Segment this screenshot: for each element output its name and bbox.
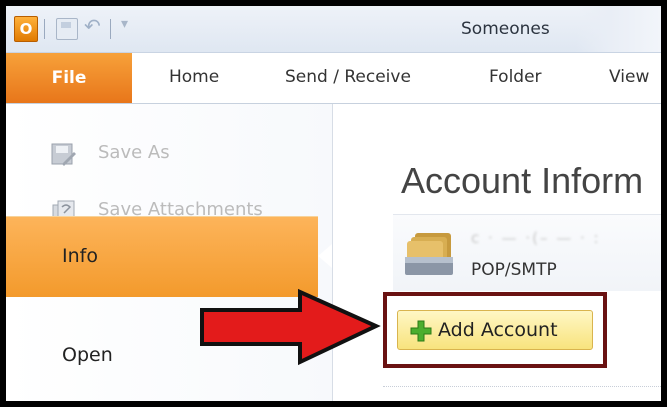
ribbon-tabs: File Home Send / Receive Folder View xyxy=(6,53,661,104)
account-selector[interactable]: c · — ·(– — · : POP/SMTP xyxy=(393,214,661,291)
tab-send-receive[interactable]: Send / Receive xyxy=(285,67,411,87)
account-name: c · — ·(– — · : xyxy=(471,229,601,247)
tab-view[interactable]: View xyxy=(609,67,649,87)
divider xyxy=(383,386,661,387)
tab-home[interactable]: Home xyxy=(169,67,219,87)
qat-separator xyxy=(110,19,111,39)
save-as-icon xyxy=(51,143,76,166)
undo-icon[interactable]: ↶ xyxy=(84,14,101,38)
plus-icon xyxy=(410,320,432,342)
tab-file[interactable]: File xyxy=(6,53,132,103)
red-arrow-annotation xyxy=(200,288,381,366)
nav-open[interactable]: Open xyxy=(62,344,113,366)
title-fade xyxy=(576,6,661,52)
add-account-button[interactable]: Add Account xyxy=(397,310,593,350)
customize-qat-icon[interactable]: ▾ xyxy=(121,16,128,32)
add-account-label: Add Account xyxy=(438,319,558,341)
nav-info-label: Info xyxy=(62,245,98,267)
account-type: POP/SMTP xyxy=(471,260,557,280)
tab-folder[interactable]: Folder xyxy=(489,67,542,87)
save-icon[interactable] xyxy=(56,18,78,40)
highlight-frame: Add Account xyxy=(383,292,607,368)
nav-save-as-label: Save As xyxy=(98,142,170,163)
outlook-app-icon[interactable]: O xyxy=(14,16,38,42)
window-title: Someones xyxy=(461,19,550,39)
qat-separator xyxy=(44,19,45,39)
nav-selection-pointer xyxy=(318,244,332,268)
title-bar: O ↶ ▾ Someones xyxy=(6,6,661,53)
page-title: Account Inform xyxy=(401,160,644,201)
nav-info[interactable]: Info xyxy=(6,216,318,297)
account-folder-icon xyxy=(405,233,453,275)
outlook-window: O ↶ ▾ Someones File Home Send / Receive … xyxy=(6,6,661,401)
